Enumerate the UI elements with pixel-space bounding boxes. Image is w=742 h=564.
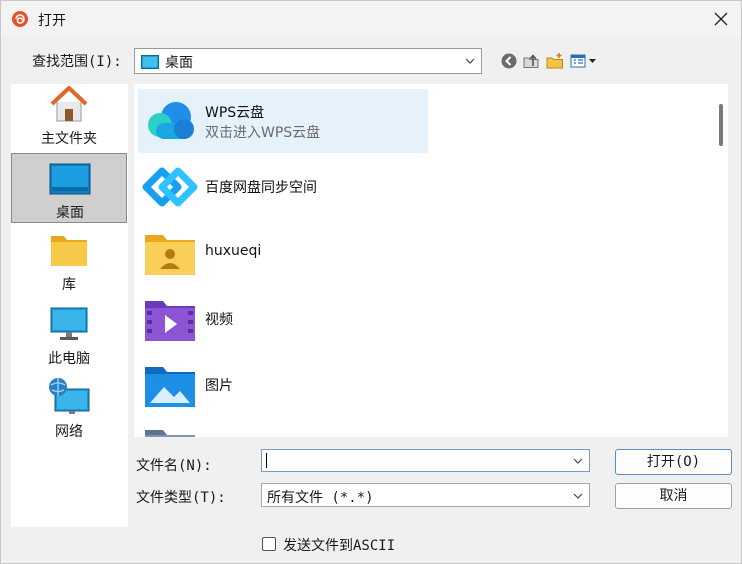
back-icon [501,53,517,69]
file-name: 图片 [205,378,233,394]
list-item-baidu[interactable]: 百度网盘同步空间 [138,155,428,219]
view-menu-icon [570,54,596,68]
ascii-checkbox-label: 发送文件到ASCII [283,538,396,554]
up-folder-button[interactable] [520,50,542,72]
network-icon [49,378,90,414]
sidebar-item-home[interactable]: 主文件夹 [11,84,127,154]
open-button[interactable]: 打开(O) [615,449,732,475]
list-item-partial [138,419,428,437]
baidu-netdisk-icon [142,167,198,207]
file-subtitle: 双击进入WPS云盘 [205,125,321,141]
chevron-down-icon[interactable] [573,457,583,465]
folder-icon [145,430,195,437]
title-bar: 打开 [1,1,741,37]
sidebar-item-label: 库 [62,277,76,293]
scrollbar-thumb[interactable] [719,104,723,146]
text-caret [266,453,267,468]
desktop-small-icon [141,55,159,69]
look-in-label: 查找范围(I): [32,54,122,70]
view-menu-button[interactable] [569,50,599,72]
file-name: 视频 [205,312,233,328]
close-icon [714,12,728,26]
back-button[interactable] [498,50,520,72]
filetype-value: 所有文件 (*.*) [267,490,374,506]
sidebar-item-label: 此电脑 [48,351,90,367]
chevron-down-icon [573,493,583,499]
file-name: WPS云盘 [205,105,265,121]
sidebar-item-label: 主文件夹 [41,131,97,147]
cloud-icon [148,102,194,139]
file-list-scrollbar[interactable] [714,84,728,437]
home-icon [50,86,88,122]
file-name: 百度网盘同步空间 [205,180,317,196]
sidebar-item-label: 桌面 [56,205,84,221]
up-folder-icon [523,54,539,68]
close-button[interactable] [701,1,741,37]
sidebar-item-network[interactable]: 网络 [11,377,127,447]
places-sidebar: 主文件夹 桌面 库 此电脑 网络 [11,84,128,527]
desktop-icon [49,163,91,195]
ascii-checkbox[interactable] [262,537,276,551]
filetype-label: 文件类型(T): [136,490,226,506]
user-folder-icon [145,235,195,275]
cancel-button[interactable]: 取消 [615,483,732,509]
chevron-down-icon [465,58,475,64]
app-logo-icon [12,11,28,27]
sidebar-item-library[interactable]: 库 [11,230,127,300]
computer-icon [50,307,88,340]
library-folder-icon [51,236,87,266]
file-list: WPS云盘 双击进入WPS云盘 百度网盘同步空间 huxueqi 视频 图片 [134,84,714,437]
filetype-dropdown[interactable]: 所有文件 (*.*) [261,483,590,507]
filename-label: 文件名(N): [136,458,212,474]
look-in-value: 桌面 [165,55,193,71]
list-item-wps-cloud[interactable]: WPS云盘 双击进入WPS云盘 [138,89,428,153]
list-item-pictures[interactable]: 图片 [138,353,428,417]
list-item-user-folder[interactable]: huxueqi [138,221,428,285]
window-title: 打开 [38,13,66,29]
pictures-folder-icon [145,367,195,407]
sidebar-item-this-pc[interactable]: 此电脑 [11,304,127,374]
list-item-videos[interactable]: 视频 [138,287,428,351]
new-folder-icon [546,53,563,69]
new-folder-button[interactable] [544,50,566,72]
sidebar-item-label: 网络 [55,424,83,440]
file-name: huxueqi [205,243,262,259]
filename-input[interactable] [261,449,590,472]
video-folder-icon [145,301,195,341]
open-dialog: 打开 查找范围(I): 桌面 主文件夹 桌面 库 此电脑 网络 WPS云盘 双击… [0,0,742,564]
look-in-dropdown[interactable]: 桌面 [134,48,482,74]
sidebar-item-desktop[interactable]: 桌面 [11,153,127,223]
